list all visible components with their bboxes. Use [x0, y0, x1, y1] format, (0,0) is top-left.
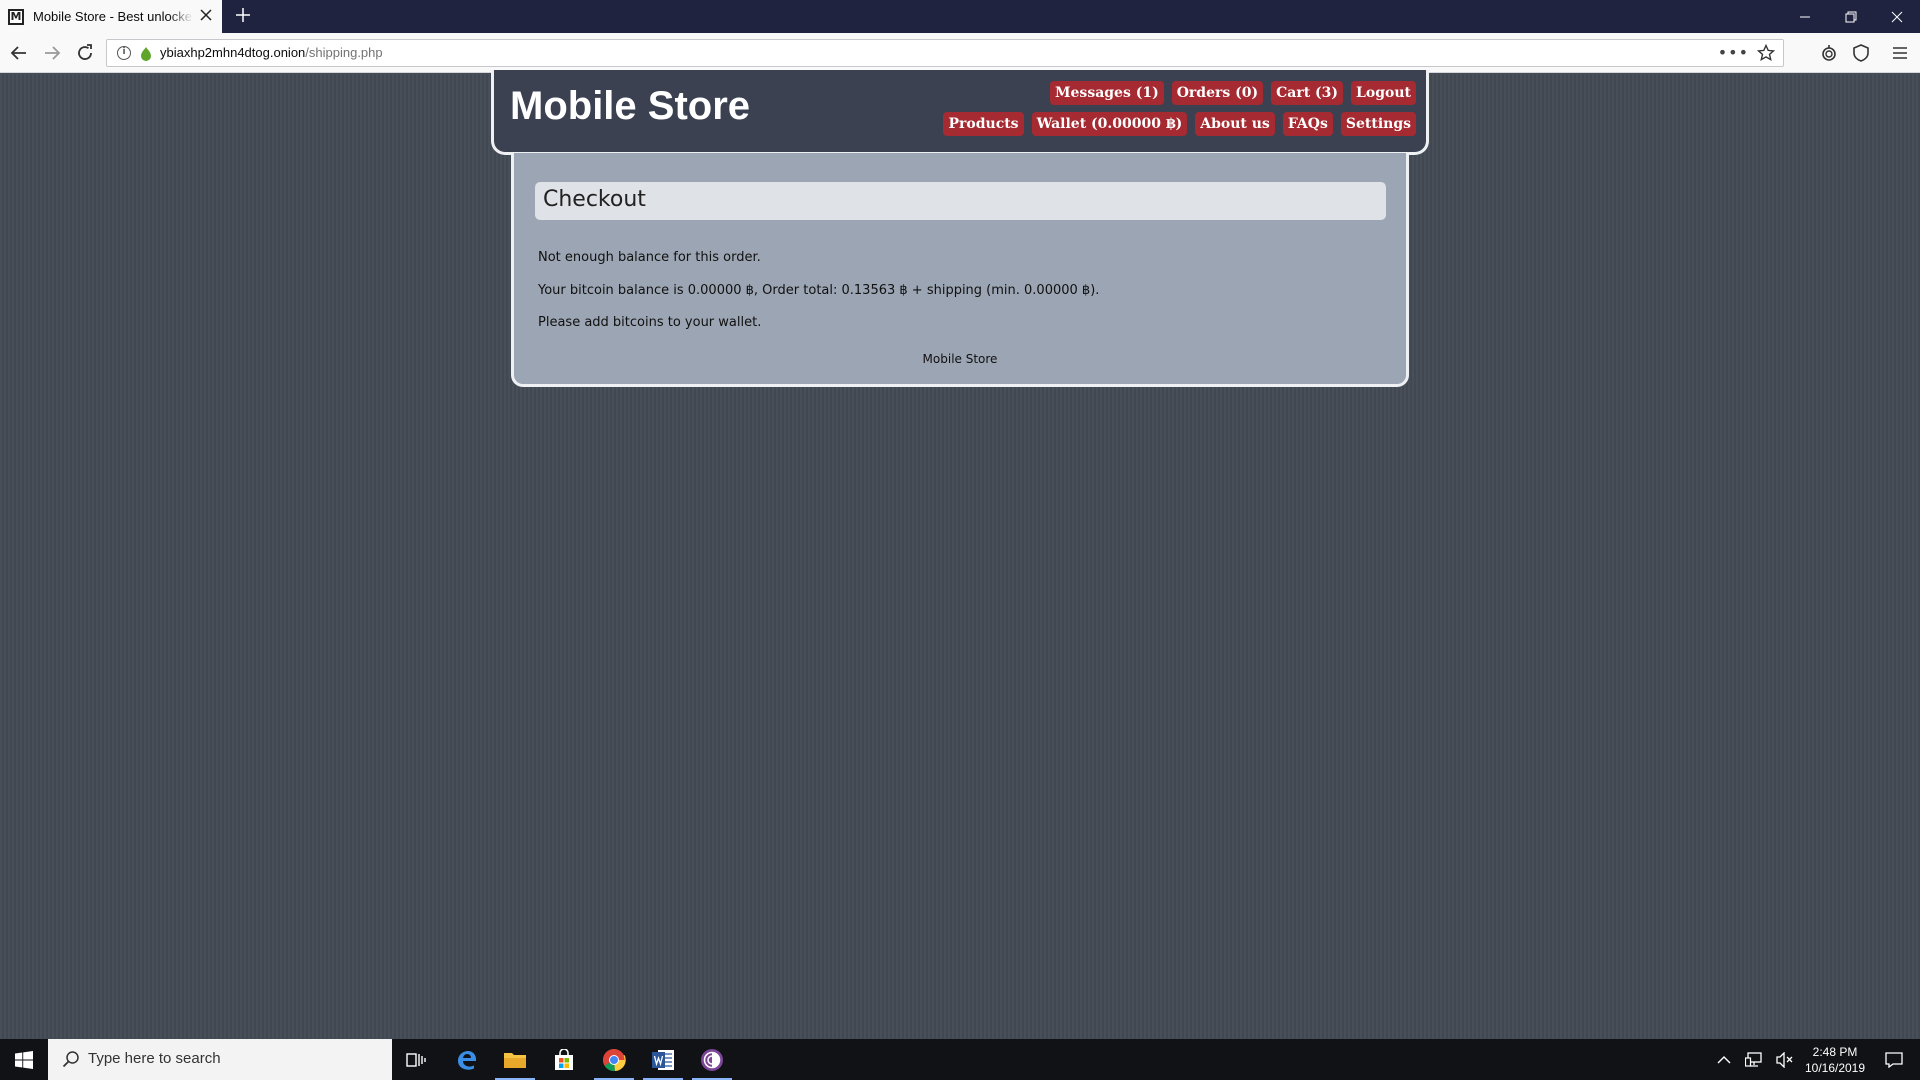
- close-tab-icon[interactable]: [198, 8, 214, 24]
- windows-start-icon[interactable]: [0, 1039, 48, 1080]
- minimize-icon[interactable]: [1782, 0, 1828, 33]
- new-tab-button[interactable]: [231, 4, 255, 28]
- site-header: Mobile Store Messages (1) Orders (0) Car…: [491, 70, 1429, 155]
- navigation-toolbar: i ybiaxhp2mhn4dtog.onion/shipping.php ••…: [0, 33, 1920, 73]
- reload-icon[interactable]: [73, 41, 97, 65]
- page-footer: Mobile Store: [922, 352, 998, 366]
- site-info-icon[interactable]: i: [117, 46, 131, 60]
- security-shield-icon[interactable]: [1849, 41, 1873, 65]
- url-domain: ybiaxhp2mhn4dtog.onion: [160, 45, 306, 60]
- balance-details-message: Your bitcoin balance is 0.00000 ฿, Order…: [538, 283, 1100, 298]
- clock-date: 10/16/2019: [1804, 1061, 1866, 1075]
- network-icon[interactable]: [1742, 1039, 1766, 1080]
- nav-products[interactable]: Products: [943, 112, 1024, 136]
- clock-time: 2:48 PM: [1812, 1045, 1858, 1059]
- task-view-icon[interactable]: [392, 1039, 440, 1080]
- file-explorer-icon[interactable]: [491, 1039, 539, 1080]
- nav-faqs[interactable]: FAQs: [1282, 112, 1333, 136]
- tor-onion-icon[interactable]: [1817, 41, 1841, 65]
- checkout-panel: Checkout Not enough balance for this ord…: [511, 153, 1409, 387]
- browser-tab[interactable]: M Mobile Store - Best unlocked cell: [0, 0, 222, 33]
- restore-icon[interactable]: [1828, 0, 1874, 33]
- tab-strip: M Mobile Store - Best unlocked cell: [0, 0, 1920, 33]
- windows-taskbar: Type here to search 2:48 PM 10/16/2019: [0, 1039, 1920, 1080]
- volume-muted-icon[interactable]: [1773, 1039, 1797, 1080]
- menu-row-top: Messages (1) Orders (0) Cart (3) Logout: [1050, 81, 1416, 105]
- bookmark-star-icon[interactable]: [1756, 43, 1776, 62]
- page-viewport: Mobile Store Messages (1) Orders (0) Car…: [0, 70, 1920, 1039]
- site-favicon-icon: M: [8, 8, 24, 25]
- word-icon[interactable]: [639, 1039, 687, 1080]
- url-text: ybiaxhp2mhn4dtog.onion/shipping.php: [160, 45, 383, 60]
- menu-row-bottom: Products Wallet (0.00000 ฿) About us FAQ…: [943, 112, 1416, 136]
- page-title: Checkout: [535, 182, 1386, 220]
- page-actions-icon[interactable]: •••: [1718, 43, 1749, 62]
- system-clock[interactable]: 2:48 PM 10/16/2019: [1800, 1044, 1870, 1076]
- search-placeholder: Type here to search: [88, 1050, 221, 1067]
- taskbar-search-box[interactable]: Type here to search: [48, 1039, 392, 1080]
- tab-title: Mobile Store - Best unlocked cell: [33, 9, 193, 24]
- microsoft-store-icon[interactable]: [540, 1039, 588, 1080]
- back-arrow-icon[interactable]: [7, 41, 31, 65]
- show-hidden-icons-chevron-icon[interactable]: [1712, 1039, 1736, 1080]
- forward-arrow-icon[interactable]: [40, 41, 64, 65]
- nav-wallet[interactable]: Wallet (0.00000 ฿): [1031, 112, 1188, 136]
- onion-icon: [140, 46, 152, 61]
- balance-error-message: Not enough balance for this order.: [538, 250, 761, 265]
- edge-browser-icon[interactable]: [443, 1039, 491, 1080]
- chrome-icon[interactable]: [590, 1039, 638, 1080]
- nav-settings[interactable]: Settings: [1340, 112, 1416, 136]
- nav-orders[interactable]: Orders (0): [1171, 81, 1264, 105]
- close-window-icon[interactable]: [1874, 0, 1920, 33]
- nav-about-us[interactable]: About us: [1195, 112, 1275, 136]
- tor-browser-icon[interactable]: [688, 1039, 736, 1080]
- site-logo[interactable]: Mobile Store: [510, 84, 750, 129]
- url-path: /shipping.php: [305, 45, 383, 60]
- menu-hamburger-icon[interactable]: [1888, 41, 1912, 65]
- nav-logout[interactable]: Logout: [1351, 81, 1416, 105]
- search-icon: [62, 1050, 80, 1068]
- nav-messages[interactable]: Messages (1): [1050, 81, 1164, 105]
- add-bitcoins-message: Please add bitcoins to your wallet.: [538, 315, 762, 330]
- notifications-icon[interactable]: [1874, 1039, 1914, 1080]
- nav-cart[interactable]: Cart (3): [1271, 81, 1344, 105]
- address-bar[interactable]: i ybiaxhp2mhn4dtog.onion/shipping.php ••…: [106, 39, 1784, 67]
